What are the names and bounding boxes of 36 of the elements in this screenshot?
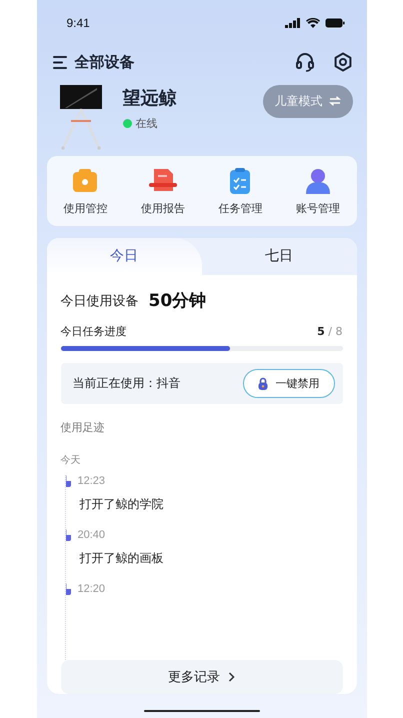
status-time: 9:41 [66,16,90,30]
tab[interactable]: 今日 [46,238,202,275]
usage-value: 50分钟 [148,290,206,312]
battery-icon [324,18,344,28]
section-title: 使用足迹 [60,420,106,435]
headset-icon[interactable] [294,52,314,72]
device-name: 望远鲸 [122,86,176,110]
entry-time: 20:40 [78,529,106,541]
user-icon[interactable] [304,168,331,194]
quick-action-label[interactable]: 使用报告 [140,201,185,216]
progress-label: 今日任务进度 [60,324,126,339]
clipboard-icon[interactable] [229,168,252,194]
block-button[interactable]: 一键禁用 [242,369,334,398]
device-status: 在线 [136,116,158,130]
menu-icon[interactable] [52,56,68,68]
quick-action-label[interactable]: 账号管理 [296,201,340,216]
page-title[interactable]: 全部设备 [74,52,134,72]
quick-action-label[interactable]: 任务管理 [218,201,262,216]
more-records-button[interactable]: 更多记录 [60,660,342,694]
entry-action: 打开了鲸的画板 [80,550,164,567]
entry-action: 打开了鲸的学院 [80,496,164,513]
entry-time: 12:23 [78,475,106,487]
settings-icon[interactable] [332,52,352,72]
current-app-text: 当前正在使用：抖音 [72,375,180,392]
day-label: 今天 [60,454,82,467]
tab[interactable]: 七日 [202,238,356,275]
document-icon[interactable] [148,168,177,194]
progress-count: 5 / 8 [317,325,342,338]
lock-icon [258,377,268,390]
quick-action-label[interactable]: 使用管控 [63,201,108,216]
wifi-icon [306,18,320,28]
swap-icon [328,96,340,106]
signal-icon [284,18,300,28]
entry-time: 12:20 [78,583,106,595]
chevron-right-icon [228,672,235,682]
usage-label: 今日使用设备 [60,292,138,310]
